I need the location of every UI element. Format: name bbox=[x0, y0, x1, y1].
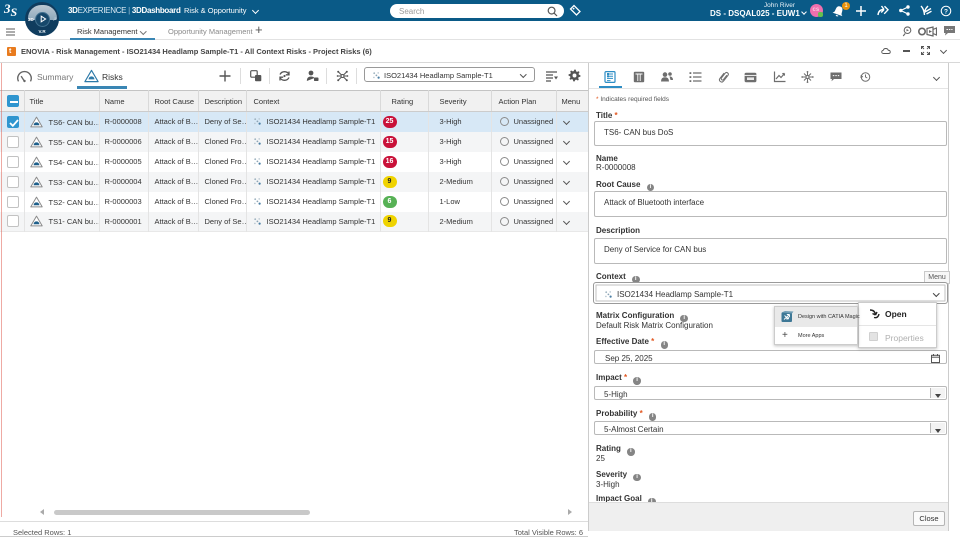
svg-text:?: ? bbox=[944, 8, 948, 15]
svg-text:S: S bbox=[11, 5, 18, 19]
